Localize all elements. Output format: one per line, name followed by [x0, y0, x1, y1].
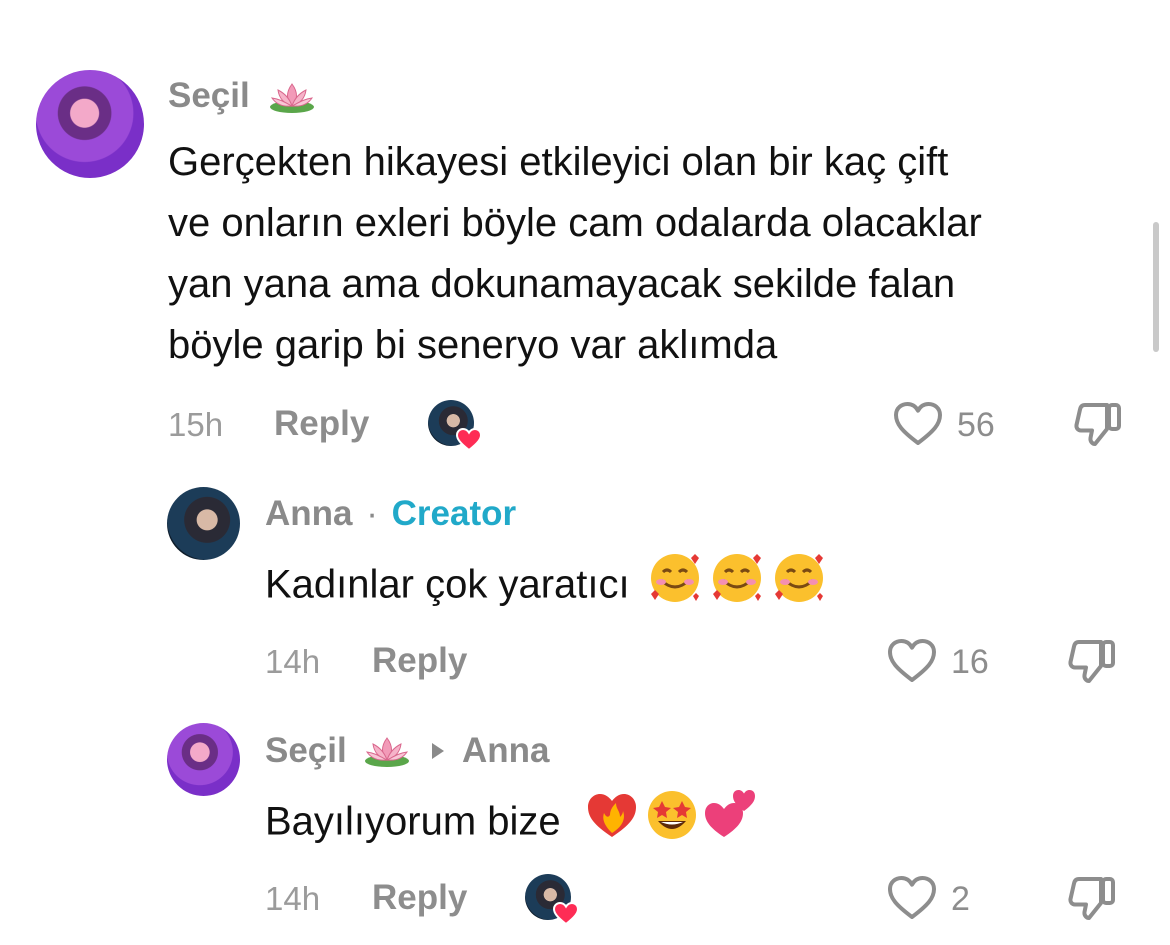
like-count: 56: [957, 406, 995, 444]
comment-time: 14h: [265, 643, 321, 680]
comment-author[interactable]: Seçil: [265, 731, 347, 771]
heart-outline-icon[interactable]: [887, 875, 937, 921]
avatar-anna[interactable]: [167, 487, 240, 560]
comment-text-line: ve onların exleri böyle cam odalarda ola…: [168, 201, 982, 245]
lotus-icon: [365, 737, 409, 767]
creator-badge: Creator: [391, 494, 517, 533]
thumbs-down-icon[interactable]: [1067, 875, 1117, 921]
comment-author[interactable]: Seçil: [168, 76, 250, 116]
comment-text-line: böyle garip bi seneryo var aklımda: [168, 323, 778, 367]
avatar-secil[interactable]: [36, 70, 144, 178]
star-struck-emoji: [647, 791, 696, 839]
scrollbar[interactable]: [1153, 222, 1159, 352]
emoji-group: [586, 787, 766, 861]
comment-text: Bayılıyorum bize: [265, 787, 766, 861]
comment-text: Gerçekten hikayesi etkileyici olan bir k…: [168, 132, 1148, 376]
heart-badge-icon: [456, 428, 482, 452]
reply-to-name[interactable]: Anna: [462, 731, 550, 771]
comment-text-line: Bayılıyorum bize: [265, 799, 561, 844]
comment-text-line: Gerçekten hikayesi etkileyici olan bir k…: [168, 140, 949, 184]
author-name[interactable]: Seçil: [168, 76, 250, 115]
heart-outline-icon[interactable]: [893, 401, 943, 447]
comment-author[interactable]: Anna · Creator: [265, 494, 516, 534]
heart-badge-icon: [553, 902, 579, 926]
comment-text-line: yan yana ama dokunamayacak sekilde falan: [168, 262, 956, 306]
author-name[interactable]: Seçil: [265, 731, 347, 770]
triangle-right-icon: [432, 743, 444, 759]
comment-time: 14h: [265, 880, 321, 917]
thumbs-down-icon[interactable]: [1067, 638, 1117, 684]
like-count: 16: [951, 643, 989, 681]
author-separator: ·: [366, 494, 378, 533]
heart-on-fire-emoji: [587, 794, 636, 837]
creator-liked-indicator: [525, 874, 579, 926]
two-hearts-emoji: [704, 790, 755, 837]
reply-button[interactable]: Reply: [372, 641, 467, 681]
reply-button[interactable]: Reply: [372, 878, 467, 918]
comment-time: 15h: [168, 406, 224, 443]
like-count: 2: [951, 880, 970, 918]
reply-button[interactable]: Reply: [274, 404, 369, 444]
smiling-hearts-emoji: [647, 550, 827, 624]
comment-text: Kadınlar çok yaratıcı: [265, 550, 827, 624]
author-name[interactable]: Anna: [265, 494, 353, 533]
heart-outline-icon[interactable]: [887, 638, 937, 684]
avatar-secil[interactable]: [167, 723, 240, 796]
thumbs-down-icon[interactable]: [1073, 401, 1123, 447]
creator-liked-indicator: [428, 400, 482, 452]
lotus-icon: [270, 83, 314, 113]
comment-text-line: Kadınlar çok yaratıcı: [265, 562, 630, 607]
